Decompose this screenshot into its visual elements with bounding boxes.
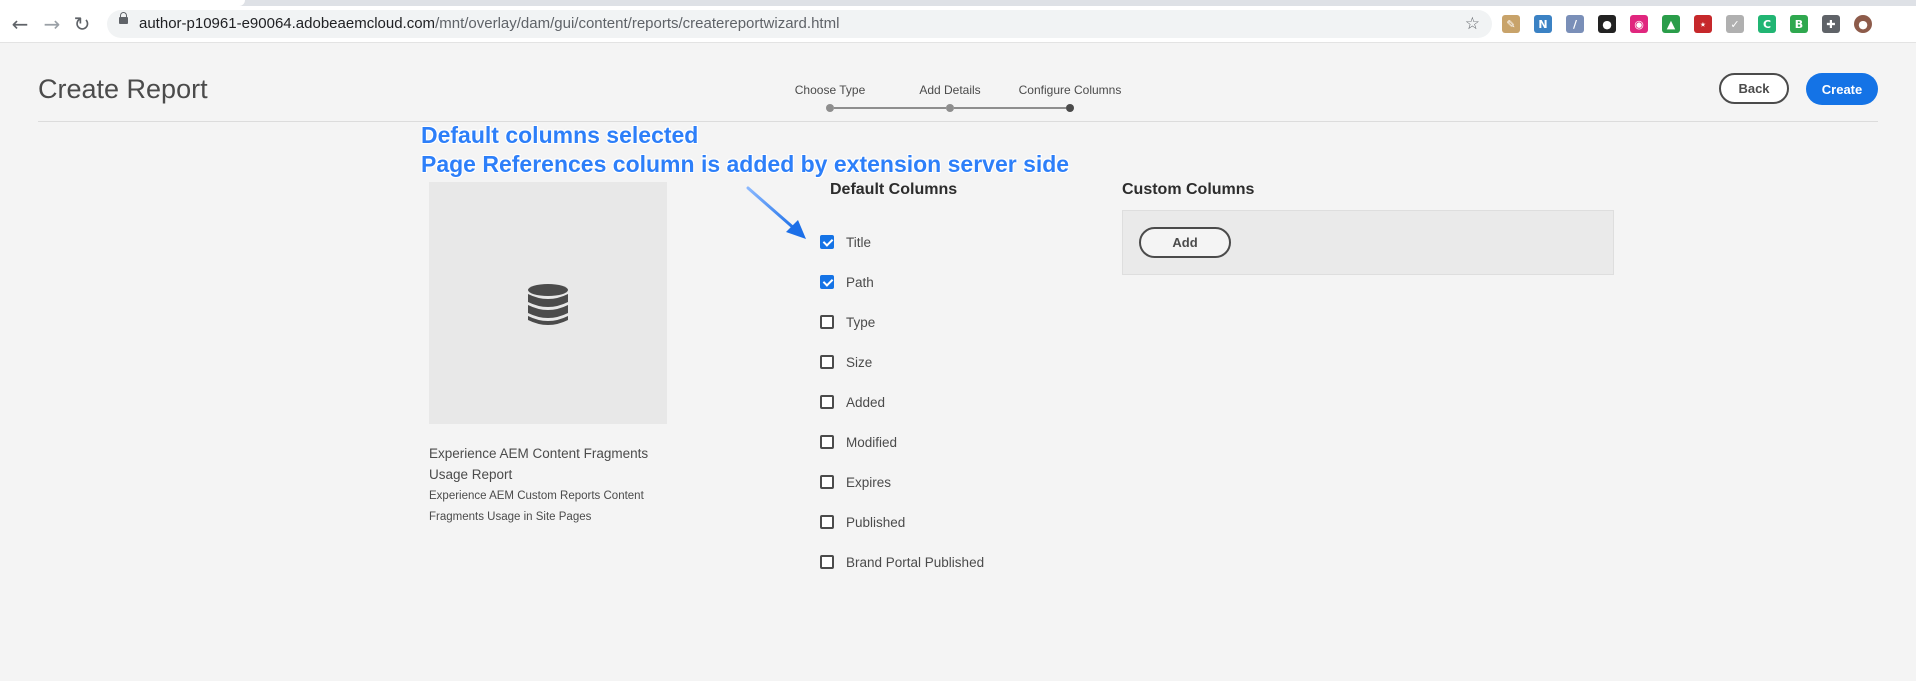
column-option-modified[interactable]: Modified xyxy=(820,432,897,452)
url-host: author-p10961-e90064.adobeaemcloud.com xyxy=(139,15,436,32)
checkbox[interactable] xyxy=(820,555,834,569)
default-columns-heading: Default Columns xyxy=(830,181,958,198)
arrow-right-icon[interactable]: → xyxy=(38,6,66,42)
arrow-left-icon[interactable]: ← xyxy=(6,6,34,42)
url-text[interactable]: author-p10961-e90064.adobeaemcloud.com/m… xyxy=(139,10,839,38)
column-option-title[interactable]: Title xyxy=(820,232,871,252)
report-description-line-2: Fragments Usage in Site Pages xyxy=(429,511,592,523)
checkbox[interactable] xyxy=(820,475,834,489)
checkbox-label[interactable]: Brand Portal Published xyxy=(846,555,984,570)
checkbox[interactable] xyxy=(820,355,834,369)
step-dot-configure-columns[interactable] xyxy=(1066,104,1074,112)
b-extension-icon[interactable]: B xyxy=(1790,15,1808,33)
create-button[interactable]: Create xyxy=(1806,73,1878,105)
report-title-line-2: Usage Report xyxy=(429,467,513,482)
puzzle-extension-icon[interactable]: ✚ xyxy=(1822,15,1840,33)
checkbox-label[interactable]: Published xyxy=(846,515,905,530)
database-icon xyxy=(528,284,568,325)
c-extension-icon[interactable]: C xyxy=(1758,15,1776,33)
column-option-size[interactable]: Size xyxy=(820,352,872,372)
header-divider xyxy=(38,121,1878,122)
page-title: Create Report xyxy=(38,74,208,104)
star-icon[interactable]: ☆ xyxy=(1465,10,1480,38)
reload-icon[interactable]: ↻ xyxy=(68,6,96,42)
avatar-icon[interactable]: ● xyxy=(1854,15,1872,33)
checkbox-label[interactable]: Added xyxy=(846,395,885,410)
checkbox-label[interactable]: Type xyxy=(846,315,875,330)
checkbox-label[interactable]: Expires xyxy=(846,475,891,490)
step-dot-add-details[interactable] xyxy=(946,104,954,112)
annotation-line-1: Default columns selected xyxy=(421,122,699,148)
custom-columns-heading: Custom Columns xyxy=(1122,181,1255,198)
lock-icon[interactable] xyxy=(119,12,128,24)
checkbox-label[interactable]: Modified xyxy=(846,435,897,450)
n-extension-icon[interactable]: N xyxy=(1534,15,1552,33)
checkbox[interactable] xyxy=(820,395,834,409)
checkbox-label[interactable]: Path xyxy=(846,275,874,290)
red-square-extension-icon[interactable]: ⋆ xyxy=(1694,15,1712,33)
address-bar[interactable]: author-p10961-e90064.adobeaemcloud.com/m… xyxy=(107,10,1492,38)
step-connector xyxy=(954,107,1066,109)
annotation-line-2: Page References column is added by exten… xyxy=(421,151,1070,177)
browser-toolbar: ← → ↻ author-p10961-e90064.adobeaemcloud… xyxy=(0,6,1916,43)
column-option-type[interactable]: Type xyxy=(820,312,875,332)
report-description-line-1: Experience AEM Custom Reports Content xyxy=(429,490,644,502)
eye-extension-icon[interactable]: ◉ xyxy=(1630,15,1648,33)
pen-extension-icon[interactable]: ✎ xyxy=(1502,15,1520,33)
step-label-add-details[interactable]: Add Details xyxy=(919,83,980,97)
step-label-configure-columns[interactable]: Configure Columns xyxy=(1019,83,1122,97)
column-option-published[interactable]: Published xyxy=(820,512,905,532)
column-option-path[interactable]: Path xyxy=(820,272,874,292)
back-button[interactable]: Back xyxy=(1719,73,1789,104)
feather-extension-icon[interactable]: ✓ xyxy=(1726,15,1744,33)
step-label-choose-type[interactable]: Choose Type xyxy=(795,83,866,97)
drive-extension-icon[interactable]: ▲ xyxy=(1662,15,1680,33)
checkbox[interactable] xyxy=(820,515,834,529)
column-option-expires[interactable]: Expires xyxy=(820,472,891,492)
checkbox[interactable] xyxy=(820,315,834,329)
slash-extension-icon[interactable]: / xyxy=(1566,15,1584,33)
step-dot-choose-type[interactable] xyxy=(826,104,834,112)
checkbox[interactable] xyxy=(820,435,834,449)
column-option-added[interactable]: Added xyxy=(820,392,885,412)
checkbox[interactable] xyxy=(820,275,834,289)
checkbox-label[interactable]: Size xyxy=(846,355,872,370)
incognito-extension-icon[interactable]: ● xyxy=(1598,15,1616,33)
add-column-button[interactable]: Add xyxy=(1139,227,1231,258)
url-path: /mnt/overlay/dam/gui/content/reports/cre… xyxy=(435,15,840,32)
report-title-line-1: Experience AEM Content Fragments xyxy=(429,446,649,461)
checkbox-label[interactable]: Title xyxy=(846,235,871,250)
annotation-arrow-icon xyxy=(746,186,806,239)
column-option-brand-portal-published[interactable]: Brand Portal Published xyxy=(820,552,984,572)
step-connector xyxy=(834,107,946,109)
checkbox[interactable] xyxy=(820,235,834,249)
